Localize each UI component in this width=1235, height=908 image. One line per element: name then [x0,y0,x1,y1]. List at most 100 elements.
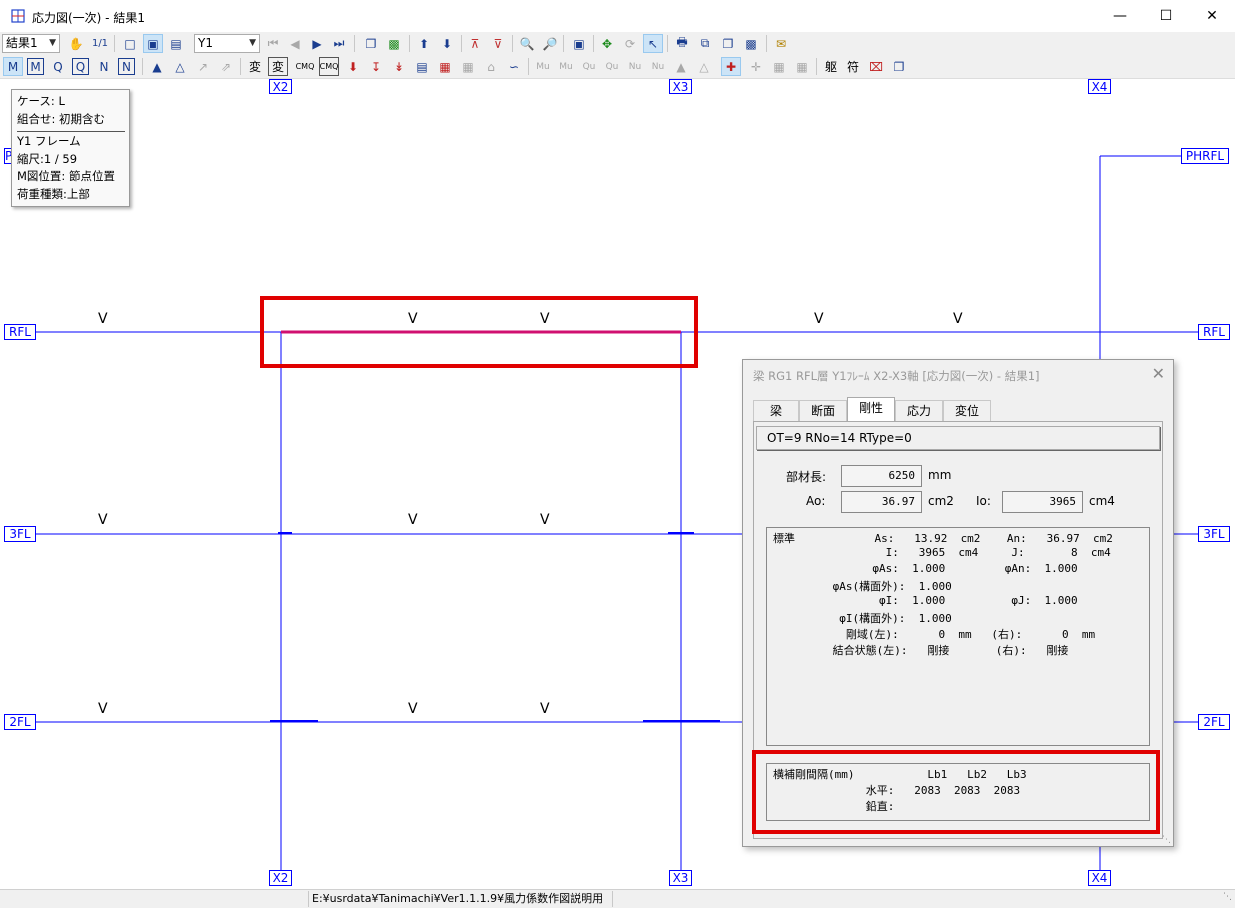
qu-box-button[interactable]: Qu [602,57,622,76]
move-icon[interactable]: ✥ [597,34,617,53]
window-new-icon[interactable]: ▩ [384,34,404,53]
axial-box-button[interactable]: N [118,58,135,75]
axis-bottom-x3: X3 [669,870,692,886]
hand-icon[interactable]: ✋ [66,34,86,53]
frame-view-icon[interactable]: ▣ [143,34,163,53]
info-panel: ケース: L 組合せ: 初期含む Y1 フレーム 縮尺:1 / 59 M図位置:… [11,89,130,207]
last-icon[interactable]: ⏭ [329,34,349,53]
prop-row: φI: 1.000 φJ: 1.000 [773,594,1078,607]
close-button[interactable]: ✕ [1189,0,1235,32]
zoom-out-icon[interactable]: 🔍 [517,34,537,53]
rotate-icon[interactable]: ⟳ [620,34,640,53]
table-icon[interactable]: ▦ [435,57,455,76]
info-scale: 縮尺:1 / 59 [17,151,78,166]
fit-icon[interactable]: ▣ [569,34,589,53]
image-icon[interactable]: ▩ [741,34,761,53]
delete-icon[interactable]: ⌧ [866,57,886,76]
lateral-row: 鉛直: [773,800,895,813]
fraction-button[interactable]: 1/1 [90,34,110,53]
qu-button[interactable]: Qu [579,57,599,76]
v-mark: V [408,701,418,717]
status-path: E:¥usrdata¥Tanimachi¥Ver1.1.1.9¥風力係数作図説明… [312,891,613,907]
house-icon[interactable]: ⌂ [481,57,501,76]
frame-text-button[interactable]: 躯 [821,57,841,76]
deform-button[interactable]: 変 [245,57,265,76]
minimize-button[interactable]: — [1097,0,1143,32]
window-title: 応力図(一次) - 結果1 [32,11,145,25]
help-icon[interactable]: ✉ [771,34,791,53]
mu-box-button[interactable]: Mu [556,57,576,76]
up-gray-box-icon[interactable]: △ [694,57,714,76]
axis-top-x2: X2 [269,79,292,94]
up-gray-icon[interactable]: ▲ [671,57,691,76]
section-icon[interactable]: ▤ [412,57,432,76]
axis-bottom-x2: X2 [269,870,292,886]
v-mark: V [540,512,550,528]
tab-section[interactable]: 断面 [799,400,847,421]
dialog-close-icon[interactable]: ✕ [1152,364,1165,383]
v-mark: V [540,311,550,327]
prop-row: 結合状態(左): 剛接 (右): 剛接 [773,644,1069,657]
status-bar: E:¥usrdata¥Tanimachi¥Ver1.1.1.9¥風力係数作図説明… [0,889,1235,908]
title-bar: 応力図(一次) - 結果1 — ☐ ✕ [0,0,1235,33]
status-grip-icon[interactable]: ⋱ [1223,892,1232,902]
cmq-box-button[interactable]: CMQ [319,57,339,76]
prev-icon[interactable]: ◀ [285,34,305,53]
curve-icon[interactable]: ∽ [504,57,524,76]
beam-load2-icon[interactable]: ⊽ [488,34,508,53]
toolbar-main: 結果1 ▼ ✋ 1/1 □ ▣ ▤ Y1 ▼ ⏮ ◀ ▶ ⏭ ❐ ▩ ⬆ ⬇ ⊼ ⊽… [0,32,1235,55]
load-up-icon[interactable]: ⬆ [414,34,434,53]
shear-button[interactable]: Q [48,57,68,76]
grid-icon[interactable]: ▦ [458,57,478,76]
shear-box-button[interactable]: Q [72,58,89,75]
grid3-icon[interactable]: ▦ [792,57,812,76]
grid2-icon[interactable]: ▦ [769,57,789,76]
info-case: ケース: L [17,94,65,108]
node-icon[interactable]: ✚ [721,57,741,76]
reaction-box-icon[interactable]: △ [170,57,190,76]
reaction-icon[interactable]: ▲ [147,57,167,76]
tab-displacement[interactable]: 変位 [943,400,991,421]
frame-select[interactable]: Y1 ▼ [194,34,260,53]
symbol-button[interactable]: 符 [843,57,863,76]
tab-stiffness[interactable]: 剛性 [847,397,895,422]
3d-icon[interactable]: ❐ [889,57,909,76]
first-icon[interactable]: ⏮ [263,34,283,53]
arrow-icon[interactable]: ↗ [193,57,213,76]
axial-button[interactable]: N [94,57,114,76]
zoom-in-icon[interactable]: 🔎 [540,34,560,53]
nu-button[interactable]: Nu [625,57,645,76]
tab-stress[interactable]: 応力 [895,400,943,421]
load-down-red-icon[interactable]: ⬇ [343,57,363,76]
level-2fl-left: 2FL [4,714,36,730]
maximize-button[interactable]: ☐ [1143,0,1189,32]
level-3fl-right: 3FL [1198,526,1230,542]
moment-box-button[interactable]: M [27,58,44,75]
next-icon[interactable]: ▶ [307,34,327,53]
copy-icon[interactable]: ⧉ [695,34,715,53]
member-dialog: 梁 RG1 RFL層 Y1ﾌﾚｰﾑ X2-X3軸 [応力図(一次) - 結果1]… [742,359,1174,847]
nu-box-button[interactable]: Nu [648,57,668,76]
pointer-icon[interactable]: ↖ [643,34,663,53]
export-icon[interactable]: ❐ [718,34,738,53]
dialog-title: 梁 RG1 RFL層 Y1ﾌﾚｰﾑ X2-X3軸 [応力図(一次) - 結果1] [753,369,1040,383]
list-icon[interactable]: ▤ [166,34,186,53]
window-stack-icon[interactable]: ❐ [361,34,381,53]
cmq-button[interactable]: CMQ [295,57,315,76]
mu-button[interactable]: Mu [533,57,553,76]
load-down-icon[interactable]: ⬇ [437,34,457,53]
load-dist-icon[interactable]: ↡ [389,57,409,76]
resize-grip-icon[interactable]: ⋱ [1162,835,1171,845]
arrow-box-icon[interactable]: ⇗ [216,57,236,76]
beam-load-icon[interactable]: ⊼ [465,34,485,53]
print-icon[interactable]: 🖶 [672,34,692,53]
load-point-icon[interactable]: ↧ [366,57,386,76]
prop-row: 標準 As: 13.92 cm2 An: 36.97 cm2 [773,532,1113,545]
tab-beam[interactable]: 梁 [753,400,799,421]
prop-row: 剛域(左): 0 mm (右): 0 mm [773,628,1096,641]
deform-box-button[interactable]: 変 [268,57,288,76]
frame-select-icon[interactable]: □ [120,34,140,53]
result-select[interactable]: 結果1 ▼ [2,34,60,53]
moment-button[interactable]: M [3,57,23,76]
node2-icon[interactable]: ✛ [746,57,766,76]
